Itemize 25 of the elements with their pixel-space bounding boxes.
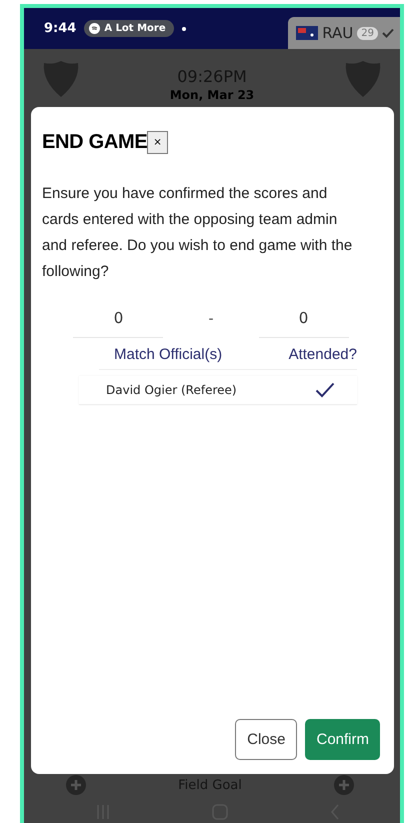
confirm-button[interactable]: Confirm xyxy=(305,719,380,760)
add-icon xyxy=(66,775,86,795)
dialog-message: Ensure you have confirmed the scores and cards entered with the opposing team admin and referee. Do you wish to end game with the following? xyxy=(42,184,354,282)
match-date: Mon, Mar 23 xyxy=(170,88,254,102)
account-label: RAU xyxy=(322,24,354,42)
account-tab[interactable]: RAU 29 xyxy=(288,17,400,49)
score-field[interactable]: 0 xyxy=(258,309,349,338)
score-field[interactable]: 0 xyxy=(73,309,164,338)
official-name: David Ogier (Referee) xyxy=(106,383,237,397)
score-separator: - xyxy=(208,310,214,328)
close-button[interactable]: Close xyxy=(235,719,298,760)
media-pill[interactable]: A Lot More xyxy=(84,20,174,37)
shield-icon xyxy=(41,59,81,99)
column-header: Attended? xyxy=(288,346,357,363)
shield-icon xyxy=(343,59,383,99)
column-header: Match Official(s) xyxy=(114,346,222,363)
flag-icon xyxy=(296,26,318,40)
count-badge: 29 xyxy=(357,26,378,40)
check-icon xyxy=(382,28,394,38)
music-icon xyxy=(89,23,100,34)
close-button[interactable]: × xyxy=(147,131,168,154)
add-icon xyxy=(334,775,354,795)
dot-icon xyxy=(182,26,186,30)
dialog-title: END GAME xyxy=(42,131,148,154)
clock-time: 9:44 xyxy=(44,21,76,36)
